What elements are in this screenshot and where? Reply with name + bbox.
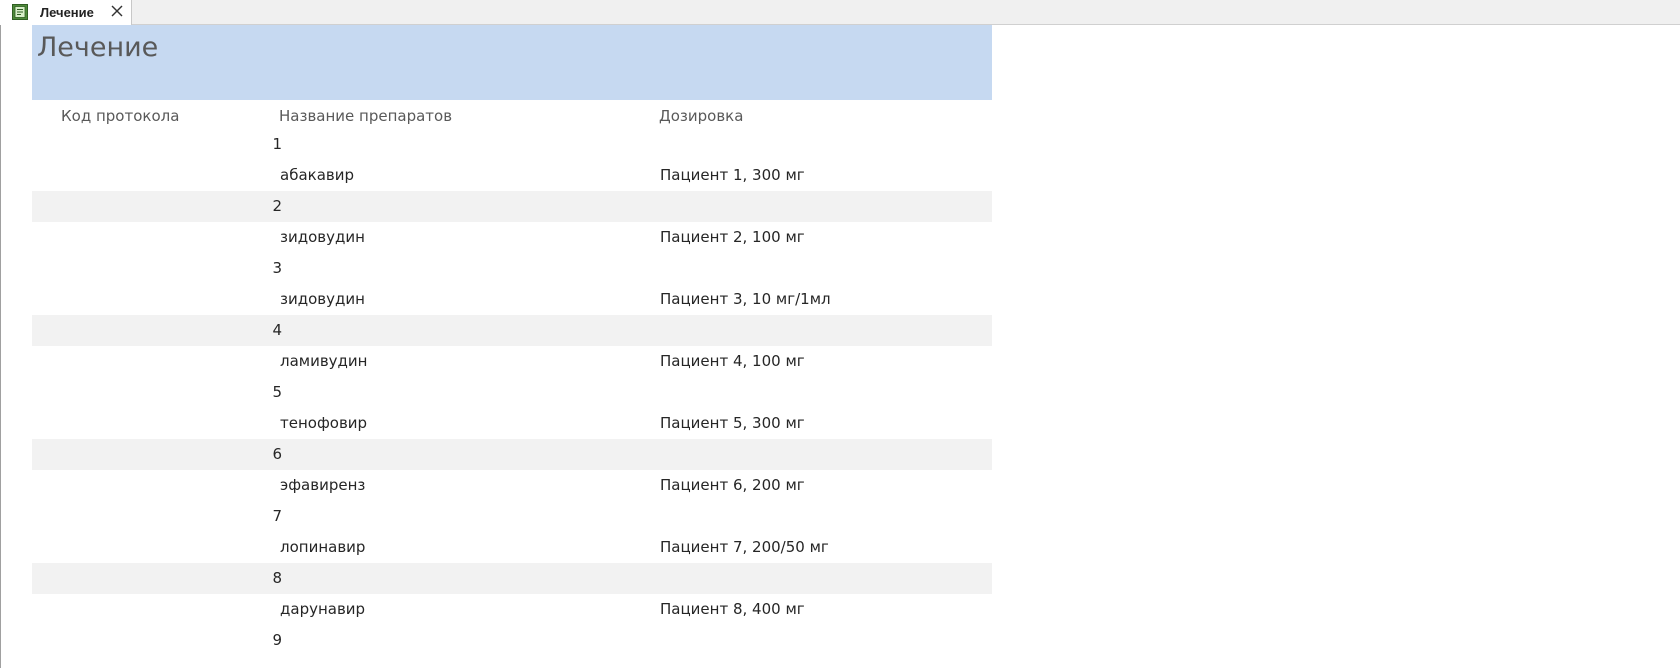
report-row: эфавиренз Пациент 6, 200 мг: [32, 470, 992, 501]
report-row: зидовудин Пациент 2, 100 мг: [32, 222, 992, 253]
drug-name-cell: дарунавир: [280, 600, 366, 618]
protocol-code-cell: 4: [272, 321, 282, 339]
drug-name-cell: тенофовир: [280, 414, 368, 432]
report-row: 9: [32, 625, 992, 656]
protocol-code-cell: 3: [272, 259, 282, 277]
drug-name-cell: зидовудин: [280, 290, 365, 308]
column-header-drug: Название препаратов: [279, 107, 453, 125]
report-row: абакавир Пациент 1, 300 мг: [32, 160, 992, 191]
report-row: ламивудин Пациент 4, 100 мг: [32, 346, 992, 377]
dosage-cell: Пациент 2, 100 мг: [660, 228, 805, 246]
dosage-cell: Пациент 3, 10 мг/1мл: [660, 290, 831, 308]
document-tab-bar: Лечение: [0, 0, 1680, 25]
report-row: 5: [32, 377, 992, 408]
report-title: Лечение: [37, 32, 159, 63]
protocol-code-cell: 9: [272, 631, 282, 649]
report-row: дарунавир Пациент 8, 400 мг: [32, 594, 992, 625]
drug-name-cell: зидовудин: [280, 228, 365, 246]
dosage-cell: Пациент 5, 300 мг: [660, 414, 805, 432]
dosage-cell: Пациент 7, 200/50 мг: [660, 538, 829, 556]
drug-name-cell: ламивудин: [280, 352, 368, 370]
report-header-band: Лечение: [32, 25, 992, 100]
report-row: 6: [32, 439, 992, 470]
report-row: лопинавир Пациент 7, 200/50 мг: [32, 532, 992, 563]
dosage-cell: Пациент 4, 100 мг: [660, 352, 805, 370]
drug-name-cell: лопинавир: [280, 538, 366, 556]
protocol-code-cell: 6: [272, 445, 282, 463]
report-row: 7: [32, 501, 992, 532]
drug-name-cell: абакавир: [280, 166, 354, 184]
dosage-cell: Пациент 8, 400 мг: [660, 600, 805, 618]
report-row: 8: [32, 563, 992, 594]
report-row: 3: [32, 253, 992, 284]
report-row: зидовудин Пациент 3, 10 мг/1мл: [32, 284, 992, 315]
protocol-code-cell: 7: [272, 507, 282, 525]
report-row: 2: [32, 191, 992, 222]
report-icon: [12, 4, 28, 20]
drug-name-cell: эфавиренз: [280, 476, 366, 494]
column-header-dose: Дозировка: [659, 107, 744, 125]
protocol-code-cell: 5: [272, 383, 282, 401]
report-row: 1: [32, 129, 992, 160]
dosage-cell: Пациент 6, 200 мг: [660, 476, 805, 494]
dosage-cell: Пациент 1, 300 мг: [660, 166, 805, 184]
column-header-code: Код протокола: [61, 107, 180, 125]
protocol-code-cell: 8: [272, 569, 282, 587]
protocol-code-cell: 2: [272, 197, 282, 215]
window-left-border: [0, 25, 1, 668]
close-icon[interactable]: [109, 3, 125, 19]
report-row: 4: [32, 315, 992, 346]
tab-report-lechenie[interactable]: Лечение: [0, 0, 132, 25]
report-row: тенофовир Пациент 5, 300 мг: [32, 408, 992, 439]
protocol-code-cell: 1: [272, 135, 282, 153]
tab-label: Лечение: [40, 5, 94, 20]
